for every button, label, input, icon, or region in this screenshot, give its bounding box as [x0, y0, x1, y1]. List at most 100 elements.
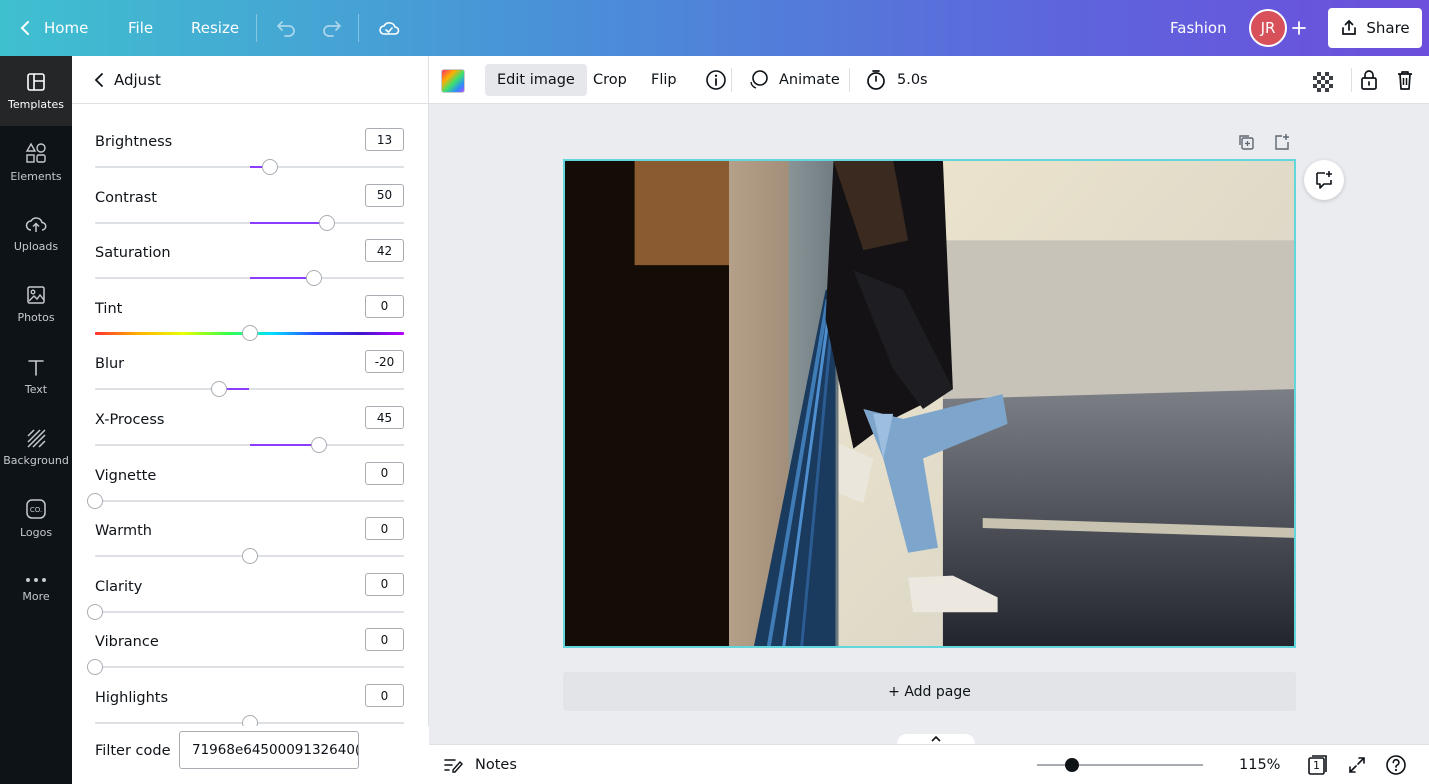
slider-value-input[interactable]: 42 — [365, 239, 404, 262]
slider-track[interactable] — [95, 332, 404, 335]
rail-item-more[interactable]: More — [0, 554, 72, 624]
slider-track[interactable] — [95, 388, 404, 390]
slider-thumb[interactable] — [242, 325, 258, 341]
panel-back-button[interactable]: Adjust — [72, 56, 429, 104]
slider-thumb[interactable] — [262, 159, 278, 175]
cloud-check-icon — [378, 19, 400, 37]
design-title[interactable]: Fashion — [1170, 0, 1227, 56]
fullscreen-button[interactable] — [1348, 745, 1366, 784]
slider-track[interactable] — [95, 166, 404, 168]
slider-label: X-Process — [95, 412, 164, 428]
add-page-button[interactable]: + Add page — [563, 672, 1296, 711]
slider-value-input[interactable]: 0 — [365, 628, 404, 651]
rail-item-templates[interactable]: Templates — [0, 56, 72, 126]
notes-button[interactable]: Notes — [443, 745, 517, 784]
slider-thumb[interactable] — [242, 548, 258, 564]
zoom-slider[interactable] — [1037, 764, 1203, 766]
slider-track[interactable] — [95, 500, 404, 502]
undo-button[interactable] — [276, 0, 296, 56]
slider-value-input[interactable]: 0 — [365, 295, 404, 318]
rail-item-logos[interactable]: CO. Logos — [0, 483, 72, 553]
design-canvas[interactable] — [563, 159, 1296, 648]
slider-value-input[interactable]: 0 — [365, 573, 404, 596]
slider-label: Contrast — [95, 190, 157, 206]
slider-value-input[interactable]: 50 — [365, 184, 404, 207]
adjust-panel: Adjust Brightness13Contrast50Saturation4… — [72, 56, 429, 784]
duration-label: 5.0s — [897, 72, 928, 88]
lock-button[interactable] — [1359, 64, 1379, 96]
slider-fill — [250, 222, 327, 224]
slider-thumb[interactable] — [319, 215, 335, 231]
fashion-photo[interactable] — [565, 161, 1294, 646]
rail-item-background[interactable]: Background — [0, 412, 72, 482]
add-collaborator-button[interactable] — [1291, 0, 1307, 56]
notes-label: Notes — [475, 757, 517, 773]
slider-label: Vignette — [95, 468, 156, 484]
slider-thumb[interactable] — [87, 493, 103, 509]
avatar[interactable]: JR — [1249, 9, 1287, 47]
delete-button[interactable] — [1395, 64, 1415, 96]
slider-track[interactable] — [95, 222, 404, 224]
slider-track[interactable] — [95, 611, 404, 613]
crop-button[interactable]: Crop — [581, 64, 639, 96]
rail-item-text[interactable]: Text — [0, 341, 72, 411]
duration-button[interactable]: 5.0s — [853, 64, 940, 96]
slider-label: Vibrance — [95, 634, 159, 650]
info-icon — [705, 69, 727, 91]
slider-value-input[interactable]: 0 — [365, 517, 404, 540]
flip-button[interactable]: Flip — [639, 64, 689, 96]
filter-code-input[interactable]: 71968e6450009132640( — [179, 731, 359, 769]
slider-track[interactable] — [95, 277, 404, 279]
slider-track[interactable] — [95, 666, 404, 668]
expand-icon — [1348, 756, 1366, 774]
transparency-icon[interactable] — [1313, 72, 1333, 92]
color-picker-button[interactable] — [441, 69, 465, 93]
zoom-level[interactable]: 115% — [1239, 745, 1280, 784]
info-button[interactable] — [693, 64, 739, 96]
rail-item-uploads[interactable]: Uploads — [0, 198, 72, 268]
help-button[interactable] — [1385, 745, 1407, 784]
rail-label: Templates — [8, 98, 64, 111]
slider-thumb[interactable] — [211, 381, 227, 397]
slider-value-input[interactable]: 0 — [365, 462, 404, 485]
divider — [731, 68, 732, 92]
redo-button[interactable] — [322, 0, 342, 56]
slider-thumb[interactable] — [87, 604, 103, 620]
slider-value-input[interactable]: 0 — [365, 684, 404, 707]
file-menu[interactable]: File — [128, 0, 153, 56]
slider-track[interactable] — [95, 444, 404, 446]
duplicate-page-icon[interactable] — [1237, 133, 1255, 151]
slider-contrast: Contrast 50 — [95, 184, 404, 240]
slider-thumb[interactable] — [311, 437, 327, 453]
edit-image-button[interactable]: Edit image — [485, 64, 587, 96]
slider-thumb[interactable] — [306, 270, 322, 286]
redo-icon — [322, 19, 342, 37]
slider-value-input[interactable]: 13 — [365, 128, 404, 151]
slider-value-input[interactable]: -20 — [365, 350, 404, 373]
slider-label: Tint — [95, 301, 122, 317]
share-icon — [1340, 19, 1358, 37]
slider-blur: Blur-20 — [95, 350, 404, 406]
animate-button[interactable]: Animate — [735, 64, 852, 96]
slider-value-input[interactable]: 45 — [365, 406, 404, 429]
save-status-button[interactable] — [378, 0, 400, 56]
divider — [358, 14, 359, 42]
rail-item-elements[interactable]: Elements — [0, 127, 72, 197]
bottom-bar: Notes 115% 1 — [429, 744, 1429, 784]
slider-track[interactable] — [95, 722, 404, 724]
rail-item-photos[interactable]: Photos — [0, 269, 72, 339]
add-page-icon[interactable] — [1273, 133, 1291, 151]
background-icon — [26, 428, 46, 448]
divider — [1351, 68, 1352, 92]
share-button[interactable]: Share — [1328, 8, 1422, 48]
add-comment-button[interactable] — [1304, 160, 1344, 200]
pages-icon: 1 — [1306, 754, 1328, 776]
slider-track[interactable] — [95, 555, 404, 557]
page-count-button[interactable]: 1 — [1306, 745, 1328, 784]
home-button[interactable]: Home — [20, 0, 88, 56]
slider-thumb[interactable] — [87, 659, 103, 675]
resize-button[interactable]: Resize — [191, 0, 239, 56]
zoom-slider-thumb[interactable] — [1065, 758, 1079, 772]
divider — [256, 14, 257, 42]
notes-icon — [443, 756, 463, 774]
